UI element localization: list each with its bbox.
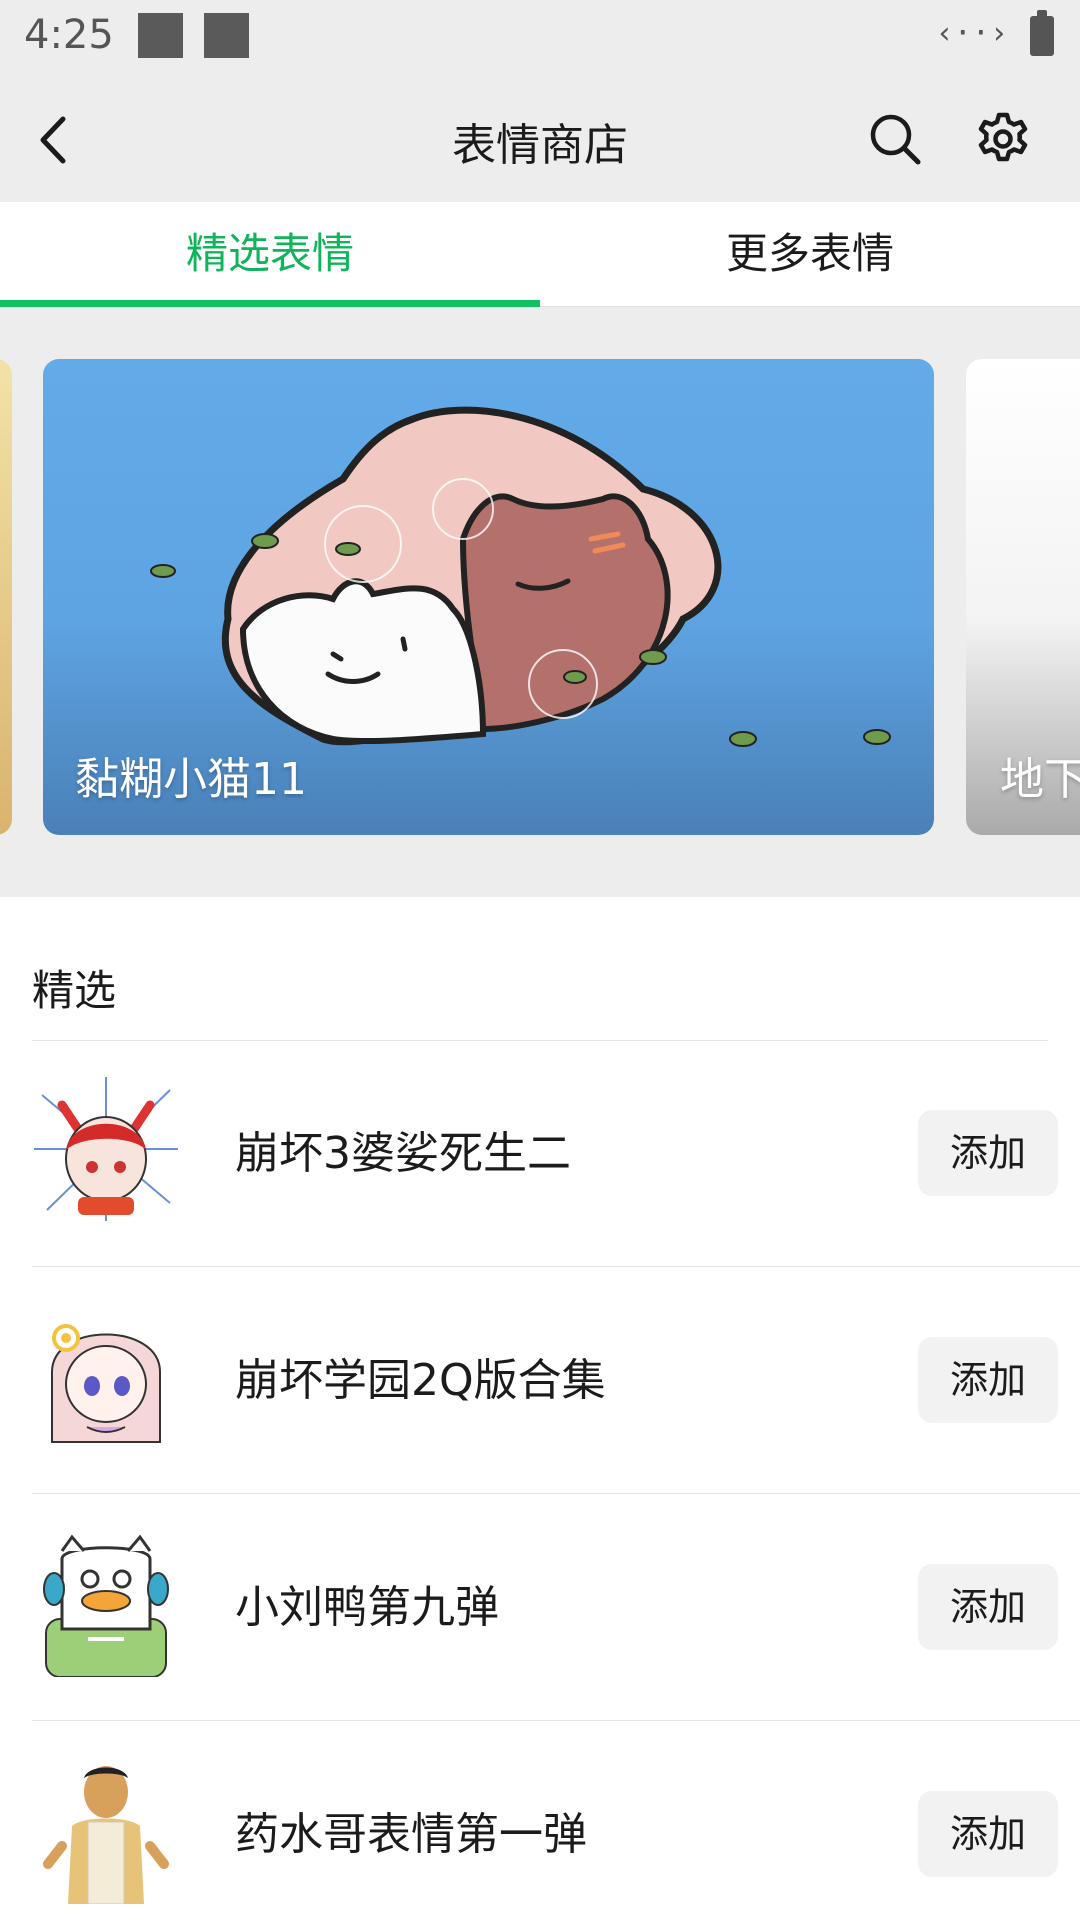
banner-sticky-cat[interactable]: 黏糊小猫11 xyxy=(43,359,934,835)
add-button[interactable]: 添加 xyxy=(918,1564,1058,1650)
sticker-thumbnail xyxy=(43,1766,169,1904)
sticker-thumbnail xyxy=(51,1324,161,1443)
sticker-thumbnail xyxy=(34,1077,178,1221)
banner-title: 黏糊小猫11 xyxy=(75,754,307,805)
list-item[interactable]: 小刘鸭第九弹 添加 xyxy=(0,1494,1080,1721)
featured-section: 精选 崩坏3婆娑死生二 添加 崩坏学园2Q版合集 添加 小刘鸭第九弹 添加 药水… xyxy=(0,897,1080,1920)
notification-icon xyxy=(138,13,183,58)
active-tab-indicator xyxy=(0,300,540,307)
search-icon xyxy=(870,114,921,165)
sticker-pack-name: 小刘鸭第九弹 xyxy=(235,1582,499,1633)
sticker-pack-name: 崩坏学园2Q版合集 xyxy=(235,1355,606,1406)
list-item[interactable]: 崩坏学园2Q版合集 添加 xyxy=(0,1267,1080,1494)
banner-title: 地下 xyxy=(1000,754,1080,805)
banner-carousel: 黏糊小猫11 地下 xyxy=(0,307,1080,897)
tab-bar: 精选表情 更多表情 xyxy=(0,202,1080,307)
tab-more-stickers[interactable]: 更多表情 xyxy=(540,202,1080,307)
banner-previous[interactable] xyxy=(0,359,12,835)
sticker-pack-name: 药水哥表情第一弹 xyxy=(235,1809,587,1860)
settings-button[interactable] xyxy=(970,106,1036,172)
add-button[interactable]: 添加 xyxy=(918,1337,1058,1423)
top-app-bar: 表情商店 xyxy=(0,75,1080,202)
status-time: 4:25 xyxy=(24,12,114,58)
notification-icon xyxy=(204,13,249,58)
sticker-pack-name: 崩坏3婆娑死生二 xyxy=(235,1128,571,1179)
sticker-thumbnail xyxy=(43,1534,169,1677)
gear-icon xyxy=(978,112,1028,162)
banner-next[interactable]: 地下 xyxy=(966,359,1080,835)
list-item[interactable]: 崩坏3婆娑死生二 添加 xyxy=(0,1040,1080,1267)
tab-featured-stickers[interactable]: 精选表情 xyxy=(0,202,540,307)
search-button[interactable] xyxy=(862,106,928,172)
add-button[interactable]: 添加 xyxy=(918,1110,1058,1196)
section-title: 精选 xyxy=(32,966,117,1015)
list-item[interactable]: 药水哥表情第一弹 添加 xyxy=(0,1721,1080,1920)
status-bar: 4:25 ‹··› xyxy=(0,0,1080,75)
battery-icon xyxy=(1030,10,1054,56)
add-button[interactable]: 添加 xyxy=(918,1791,1058,1877)
network-icon: ‹··› xyxy=(935,16,1008,51)
